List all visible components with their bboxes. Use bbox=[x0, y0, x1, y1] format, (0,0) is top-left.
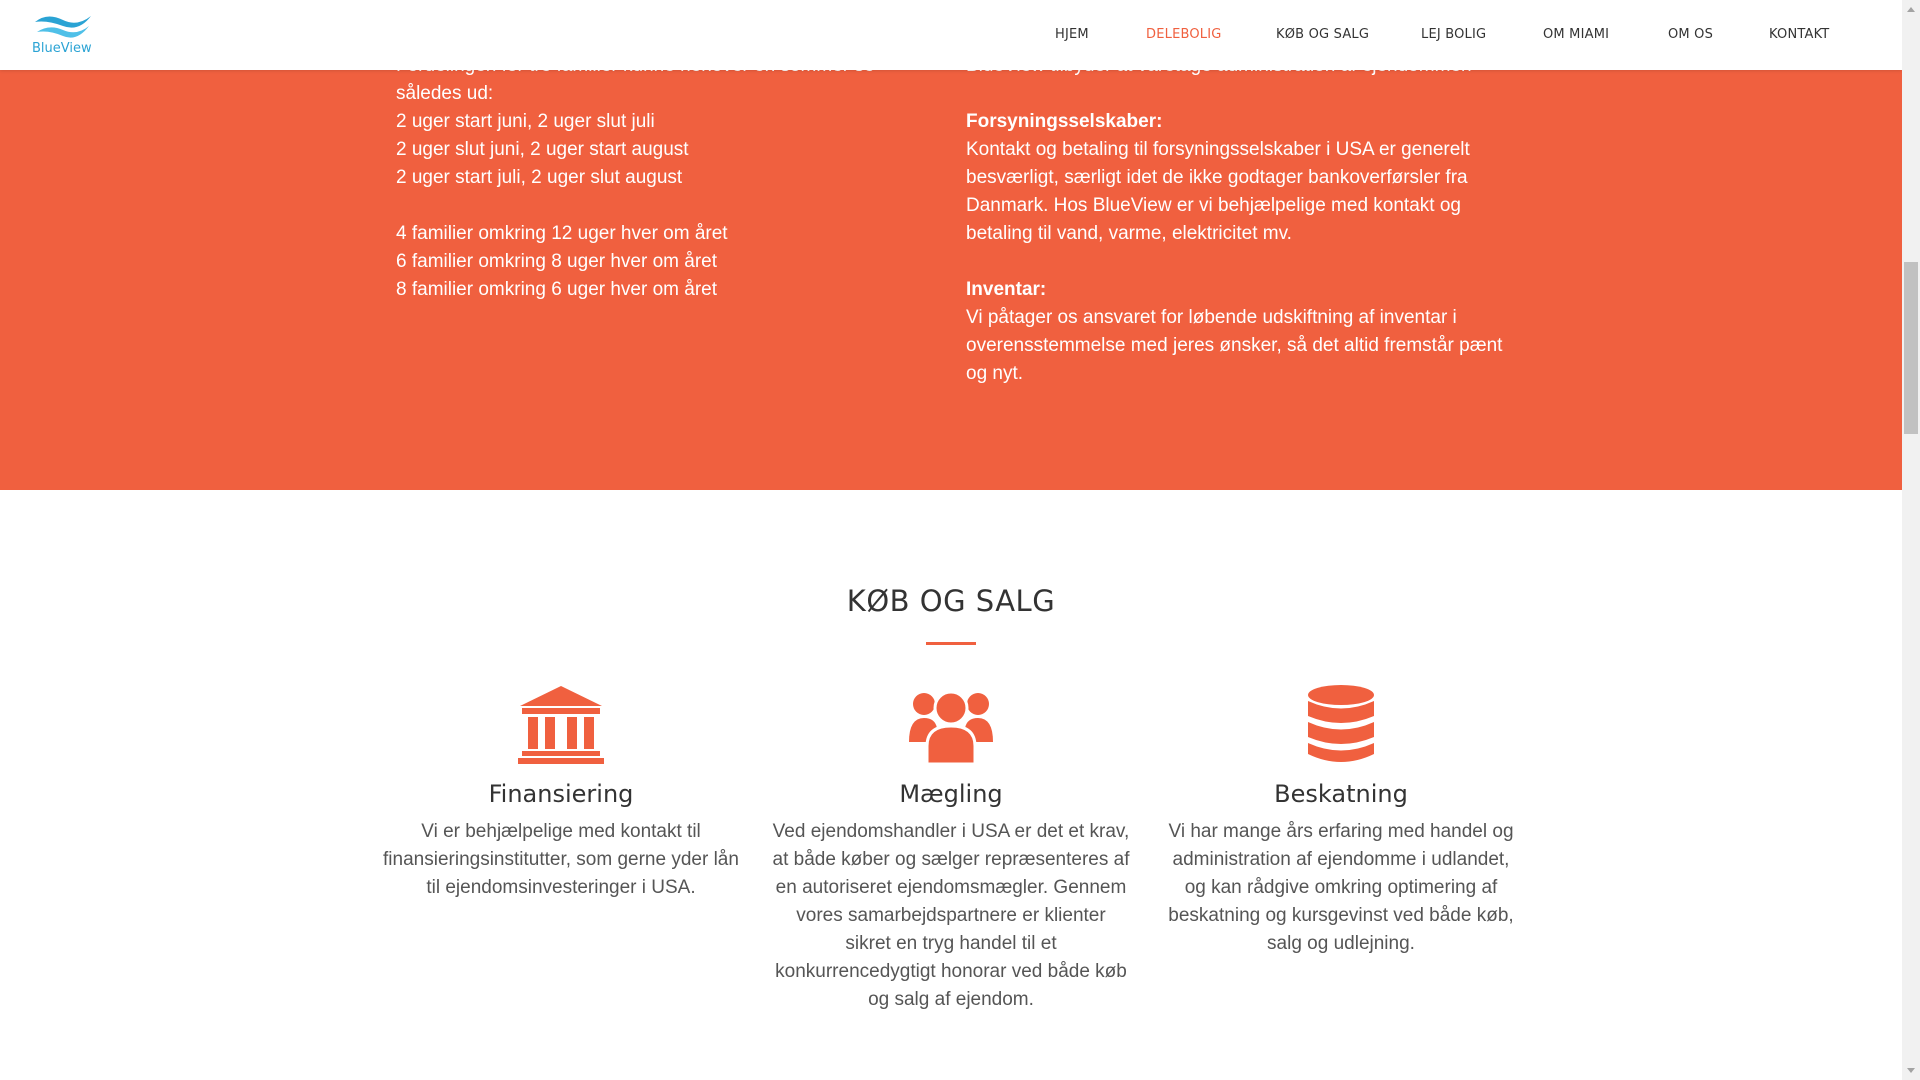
service-description: Vi er behjælpelige med kontakt til finan… bbox=[383, 821, 739, 898]
delebolig-section: Fordelingen for tre familier kunne henov… bbox=[0, 0, 1902, 490]
inventory-text: Vi påtager os ansvaret for løbende udski… bbox=[966, 307, 1457, 328]
nav-item-delebolig[interactable]: DELEBOLIG bbox=[1146, 0, 1276, 70]
scrollbar-thumb[interactable] bbox=[1904, 262, 1918, 434]
service-description: Ved ejendomshandler i USA er det et krav… bbox=[772, 821, 1130, 1010]
inventory-text: og nyt. bbox=[966, 363, 1024, 384]
nav-item-lej-bolig[interactable]: LEJ BOLIG bbox=[1421, 0, 1543, 70]
family-line: 6 familier omkring 8 uger hver om året bbox=[396, 251, 718, 272]
distribution-column: Fordelingen for tre familier kunne henov… bbox=[396, 52, 916, 304]
week-line: 2 uger slut juni, 2 uger start august bbox=[396, 139, 689, 160]
nav-item-om-os[interactable]: OM OS bbox=[1668, 0, 1769, 70]
page-scrollbar[interactable] bbox=[1902, 0, 1920, 1080]
service-maegling: Mægling Ved ejendomshandler i USA er det… bbox=[761, 684, 1141, 1010]
wave-logo-icon bbox=[35, 16, 91, 38]
inventory-text: overensstemmelse med jeres ønsker, så de… bbox=[966, 335, 1503, 356]
utilities-text: Kontakt og betaling til forsyningsselska… bbox=[966, 139, 1470, 160]
family-line: 8 familier omkring 6 uger hver om året bbox=[396, 279, 718, 300]
utilities-text: Danmark. Hos BlueView er vi behjælpelige… bbox=[966, 195, 1461, 216]
service-finansiering: Finansiering Vi er behjælpelige med kont… bbox=[371, 684, 751, 898]
logo-text: BlueView bbox=[32, 41, 92, 56]
service-description: Vi har mange års erfaring med handel og … bbox=[1168, 821, 1514, 954]
nav-item-kontakt[interactable]: KONTAKT bbox=[1769, 0, 1839, 70]
utilities-heading: Forsyningsselskaber: bbox=[966, 111, 1163, 132]
service-title: Finansiering bbox=[488, 780, 634, 808]
scroll-up-icon[interactable] bbox=[1907, 7, 1915, 12]
nav-item-hjem[interactable]: HJEM bbox=[1055, 0, 1146, 70]
week-line: 2 uger start juni, 2 uger slut juli bbox=[396, 111, 655, 132]
utilities-text: betaling til vand, varme, elektricitet m… bbox=[966, 223, 1292, 244]
intro-line: således ud: bbox=[396, 83, 494, 104]
service-title: Beskatning bbox=[1274, 780, 1408, 808]
database-icon bbox=[1151, 684, 1531, 764]
title-underline bbox=[926, 642, 976, 645]
users-icon bbox=[761, 684, 1141, 764]
nav-item-kob-og-salg[interactable]: KØB OG SALG bbox=[1276, 0, 1421, 70]
service-beskatning: Beskatning Vi har mange års erfaring med… bbox=[1151, 684, 1531, 954]
nav-item-om-miami[interactable]: OM MIAMI bbox=[1543, 0, 1668, 70]
blueview-logo[interactable]: BlueView bbox=[28, 12, 94, 60]
bank-icon bbox=[371, 684, 751, 764]
section-title: KØB OG SALG bbox=[846, 584, 1056, 618]
administration-column: BlueView tilbyder at varetage administra… bbox=[966, 52, 1526, 388]
week-line: 2 uger start juli, 2 uger slut august bbox=[396, 167, 683, 188]
main-nav: HJEM DELEBOLIG KØB OG SALG LEJ BOLIG OM … bbox=[1055, 0, 1839, 70]
scroll-down-icon[interactable] bbox=[1907, 1068, 1915, 1073]
family-line: 4 familier omkring 12 uger hver om året bbox=[396, 223, 728, 244]
inventory-heading: Inventar: bbox=[966, 279, 1047, 300]
site-header: BlueView HJEM DELEBOLIG KØB OG SALG LEJ … bbox=[0, 0, 1902, 70]
service-title: Mægling bbox=[899, 780, 1003, 808]
utilities-text: besværligt, særligt idet de ikke godtage… bbox=[966, 167, 1468, 188]
